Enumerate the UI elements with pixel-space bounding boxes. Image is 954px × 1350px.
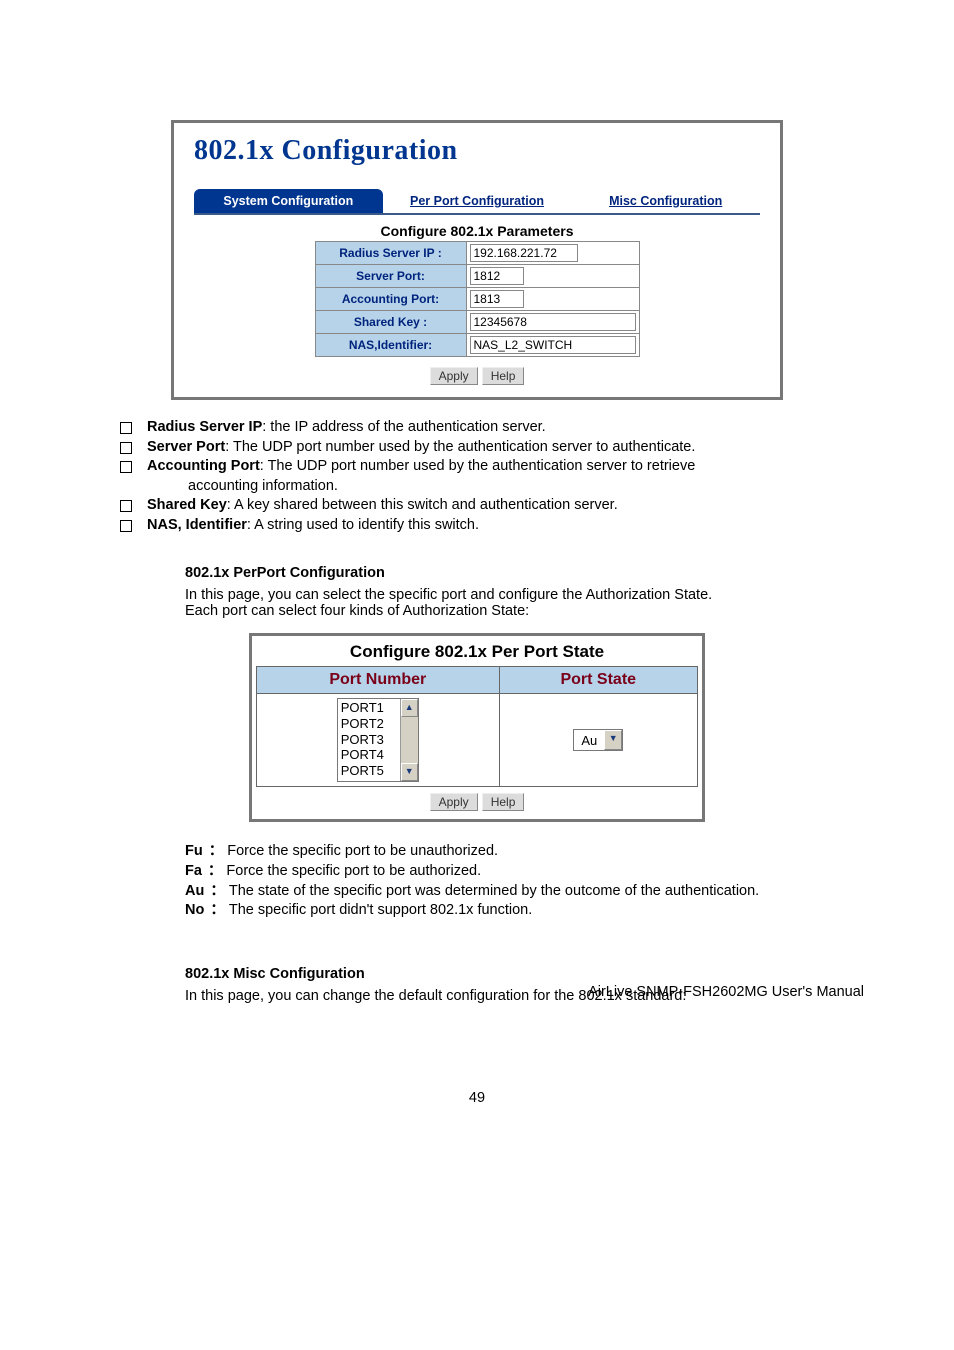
state-text: Force the specific port to be authorized…	[226, 862, 481, 882]
square-bullet-icon	[120, 461, 132, 473]
list-item[interactable]: PORT2	[341, 716, 397, 732]
list-item[interactable]: PORT1	[341, 700, 397, 716]
port-list-items: PORT1 PORT2 PORT3 PORT4 PORT5	[338, 699, 400, 781]
label-accounting-port: Accounting Port:	[315, 288, 466, 311]
desc-label: NAS, Identifier	[147, 517, 247, 533]
colon: ：	[208, 862, 223, 882]
list-item[interactable]: PORT4	[341, 747, 397, 763]
apply-button[interactable]: Apply	[430, 793, 478, 811]
input-radius-ip[interactable]	[470, 244, 578, 262]
per-port-state-panel: Configure 802.1x Per Port State Port Num…	[249, 633, 705, 822]
desc-label: Accounting Port	[147, 458, 260, 474]
state-text: Force the specific port to be unauthoriz…	[227, 842, 498, 862]
desc-label: Server Port	[147, 439, 225, 455]
colon: ：	[210, 901, 225, 921]
page-number: 49	[0, 1090, 954, 1106]
label-shared-key: Shared Key :	[315, 311, 466, 334]
tab-system-config[interactable]: System Configuration	[194, 189, 383, 213]
tab-misc-config[interactable]: Misc Configuration	[571, 189, 760, 213]
panel2-title: Configure 802.1x Per Port State	[252, 642, 702, 662]
colon: ：	[210, 882, 225, 902]
apply-button[interactable]: Apply	[430, 367, 478, 385]
square-bullet-icon	[120, 520, 132, 532]
input-nas-id[interactable]	[470, 336, 636, 354]
colon: ：	[209, 842, 224, 862]
label-server-port: Server Port:	[315, 265, 466, 288]
tab-bar: System Configuration Per Port Configurat…	[194, 189, 760, 215]
input-server-port[interactable]	[470, 267, 524, 285]
scroll-up-icon[interactable]: ▲	[401, 699, 418, 717]
desc-text: : A key shared between this switch and a…	[227, 497, 618, 513]
desc-text: : The UDP port number used by the authen…	[260, 458, 696, 474]
square-bullet-icon	[120, 422, 132, 434]
parameter-descriptions: Radius Server IP: the IP address of the …	[120, 418, 820, 535]
state-label: No	[185, 901, 204, 921]
chevron-down-icon[interactable]: ▼	[604, 730, 622, 750]
desc-text: : A string used to identify this switch.	[247, 517, 479, 533]
desc-label: Shared Key	[147, 497, 227, 513]
port-state-dropdown[interactable]: Au ▼	[573, 729, 623, 751]
input-accounting-port[interactable]	[470, 290, 524, 308]
desc-label: Radius Server IP	[147, 419, 262, 435]
section-heading-perport: 802.1x PerPort Configuration	[185, 565, 864, 581]
port-listbox[interactable]: PORT1 PORT2 PORT3 PORT4 PORT5 ▲ ▼	[337, 698, 419, 782]
col-port-state: Port State	[499, 667, 697, 694]
tab-per-port-config[interactable]: Per Port Configuration	[383, 189, 572, 213]
port-state-table: Port Number Port State PORT1 PORT2 PORT3…	[256, 666, 698, 787]
label-radius-ip: Radius Server IP :	[315, 242, 466, 265]
panel-title: 802.1x Configuration	[194, 135, 768, 167]
section-text: Each port can select four kinds of Autho…	[185, 603, 864, 619]
config-panel-802-1x: 802.1x Configuration System Configuratio…	[171, 120, 783, 400]
desc-text-cont: accounting information.	[188, 477, 820, 497]
listbox-scrollbar: ▲ ▼	[400, 699, 418, 781]
state-text: The specific port didn't support 802.1x …	[229, 901, 532, 921]
col-port-number: Port Number	[257, 667, 500, 694]
section-text: In this page, you can select the specifi…	[185, 587, 864, 603]
desc-text: : The UDP port number used by the authen…	[225, 439, 695, 455]
state-descriptions: Fu：Force the specific port to be unautho…	[185, 842, 864, 920]
list-item[interactable]: PORT3	[341, 732, 397, 748]
label-nas-id: NAS,Identifier:	[315, 334, 466, 357]
help-button[interactable]: Help	[482, 793, 525, 811]
state-text: The state of the specific port was deter…	[229, 882, 759, 902]
section-heading-misc: 802.1x Misc Configuration	[185, 966, 864, 982]
square-bullet-icon	[120, 500, 132, 512]
parameters-table: Radius Server IP : Server Port: Accounti…	[315, 241, 640, 357]
state-label: Au	[185, 882, 204, 902]
list-item[interactable]: PORT5	[341, 763, 397, 779]
input-shared-key[interactable]	[470, 313, 636, 331]
scroll-down-icon[interactable]: ▼	[401, 763, 418, 781]
state-label: Fa	[185, 862, 202, 882]
desc-text: : the IP address of the authentication s…	[262, 419, 545, 435]
state-label: Fu	[185, 842, 203, 862]
dropdown-value: Au	[574, 733, 604, 748]
square-bullet-icon	[120, 442, 132, 454]
help-button[interactable]: Help	[482, 367, 525, 385]
panel-subtitle: Configure 802.1x Parameters	[186, 223, 768, 239]
